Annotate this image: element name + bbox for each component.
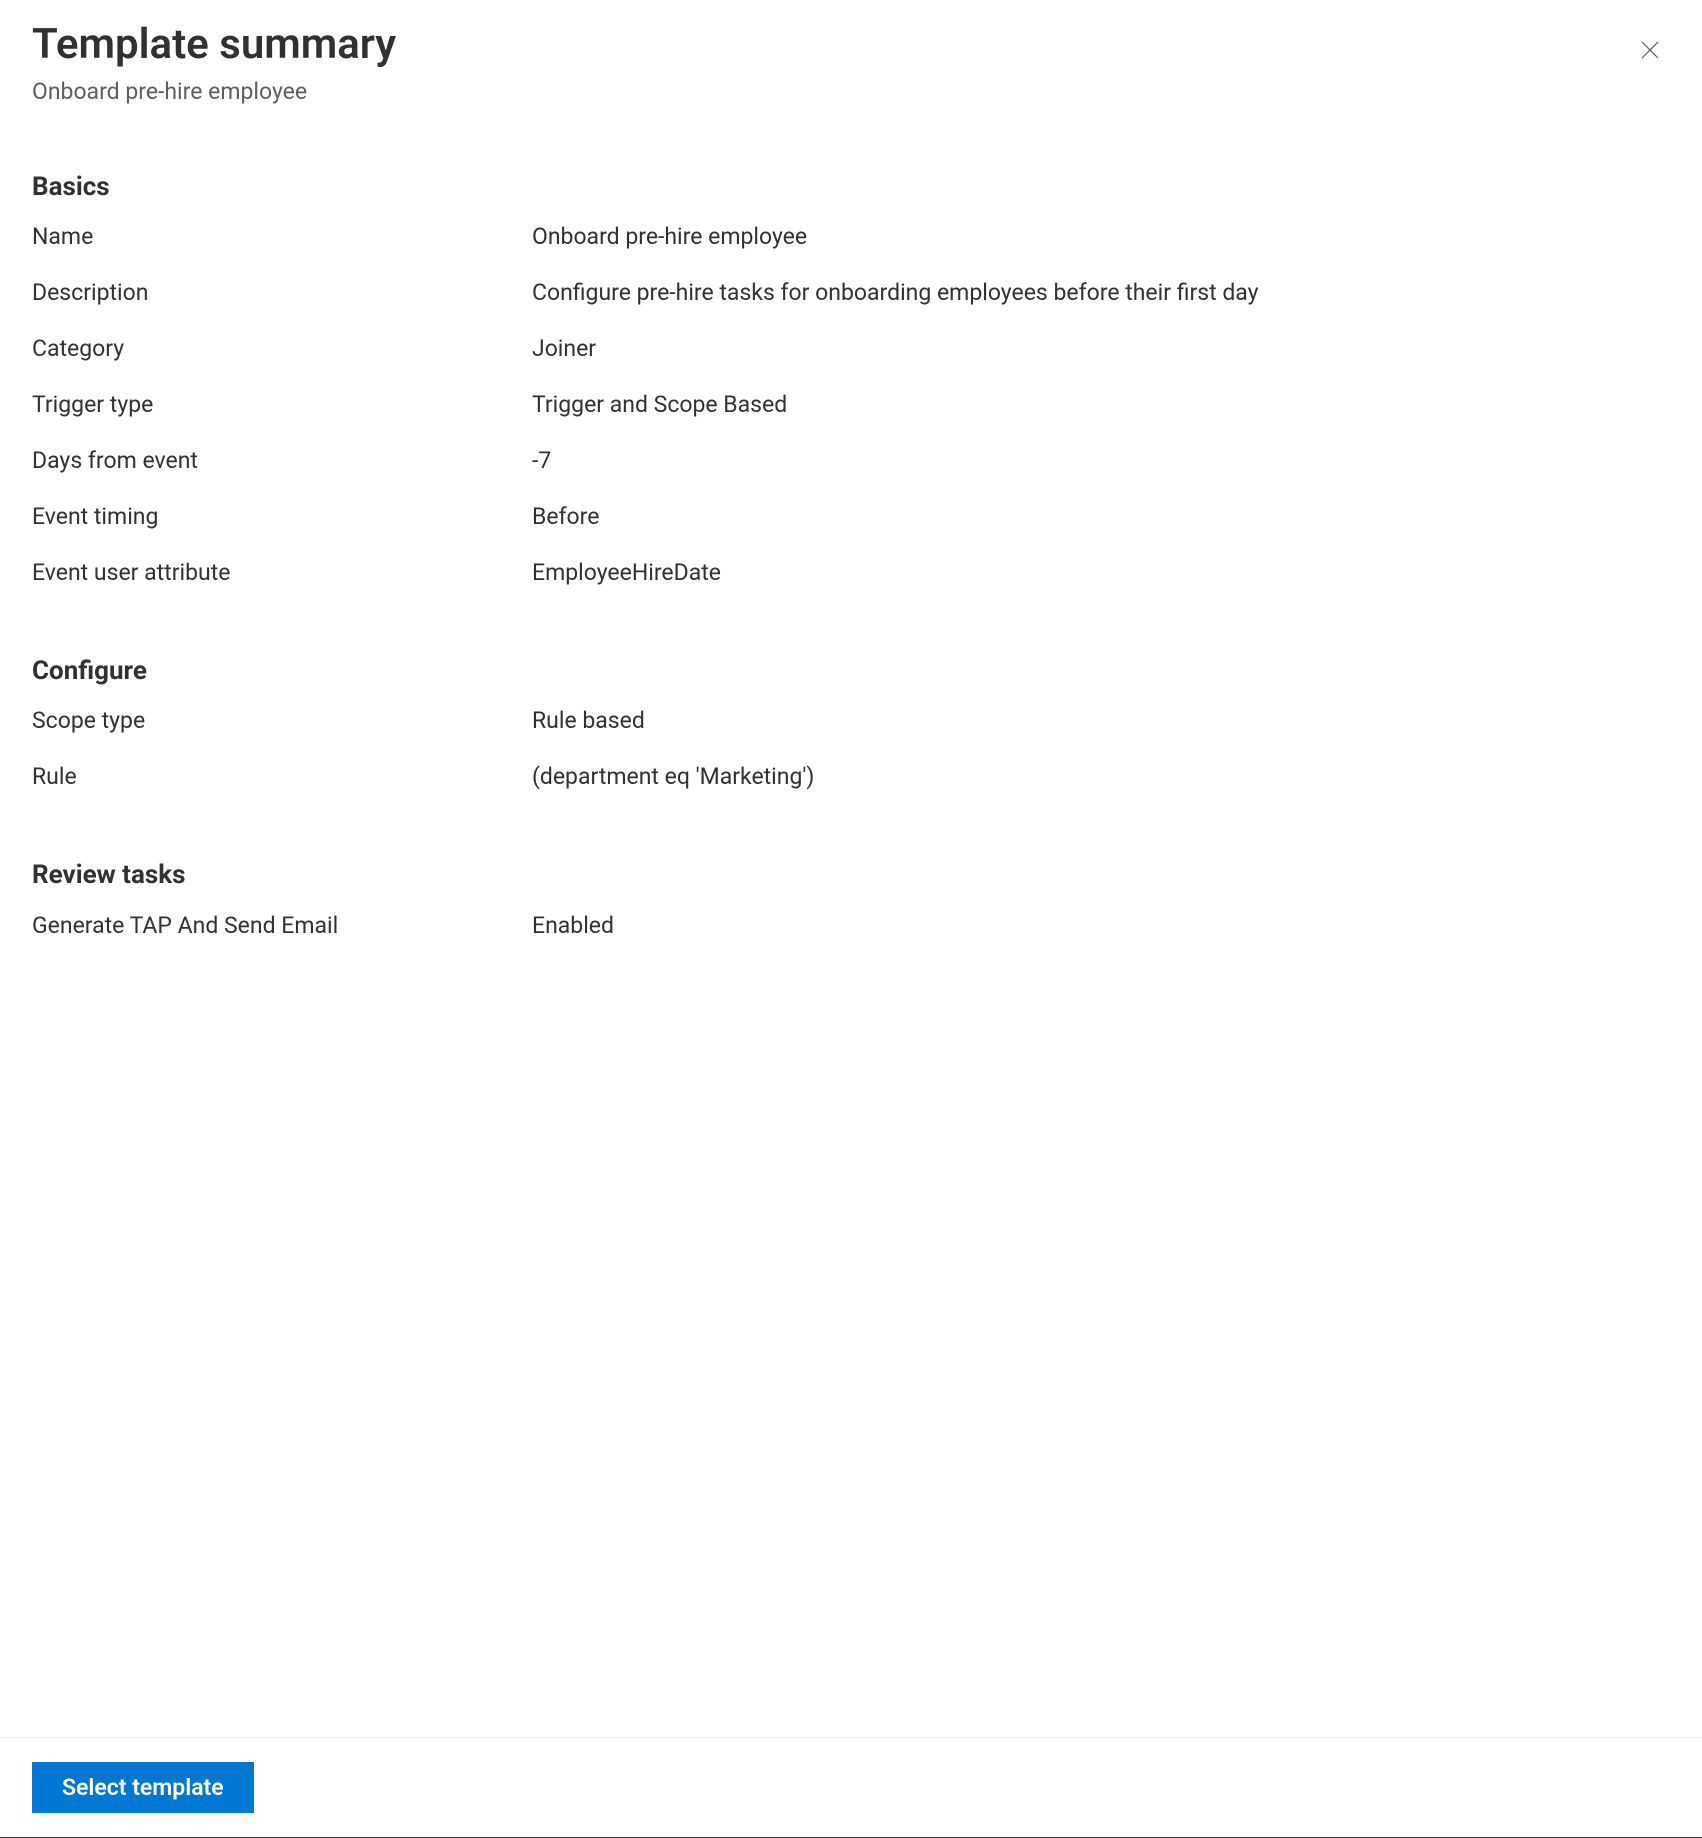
page-subtitle: Onboard pre-hire employee <box>32 76 1670 108</box>
row-label: Scope type <box>32 705 532 737</box>
row-generate-tap: Generate TAP And Send Email Enabled <box>32 910 1670 966</box>
row-label: Days from event <box>32 445 532 477</box>
row-name: Name Onboard pre-hire employee <box>32 221 1670 277</box>
row-event-timing: Event timing Before <box>32 501 1670 557</box>
section-heading-basics: Basics <box>32 169 1670 205</box>
row-value: -7 <box>532 445 1670 477</box>
row-value: EmployeeHireDate <box>532 557 1670 589</box>
row-label: Description <box>32 277 532 309</box>
section-heading-configure: Configure <box>32 653 1670 689</box>
summary-content: Basics Name Onboard pre-hire employee De… <box>32 169 1670 1106</box>
row-label: Trigger type <box>32 389 532 421</box>
row-rule: Rule (department eq 'Marketing') <box>32 761 1670 817</box>
footer: Select template <box>0 1737 1702 1838</box>
section-heading-review-tasks: Review tasks <box>32 857 1670 893</box>
row-scope-type: Scope type Rule based <box>32 705 1670 761</box>
row-value: Before <box>532 501 1670 533</box>
row-event-user-attribute: Event user attribute EmployeeHireDate <box>32 557 1670 613</box>
row-label: Generate TAP And Send Email <box>32 910 532 942</box>
row-days-from-event: Days from event -7 <box>32 445 1670 501</box>
row-trigger-type: Trigger type Trigger and Scope Based <box>32 389 1670 445</box>
row-label: Category <box>32 333 532 365</box>
row-value: Rule based <box>532 705 1670 737</box>
page-title: Template summary <box>32 20 1670 70</box>
row-label: Event timing <box>32 501 532 533</box>
row-value: Onboard pre-hire employee <box>532 221 1670 253</box>
row-category: Category Joiner <box>32 333 1670 389</box>
row-value: Configure pre-hire tasks for onboarding … <box>532 277 1670 309</box>
row-value: Trigger and Scope Based <box>532 389 1670 421</box>
row-description: Description Configure pre-hire tasks for… <box>32 277 1670 333</box>
row-label: Event user attribute <box>32 557 532 589</box>
row-value: Joiner <box>532 333 1670 365</box>
row-label: Rule <box>32 761 532 793</box>
row-value: Enabled <box>532 910 1670 942</box>
select-template-button[interactable]: Select template <box>32 1762 254 1813</box>
row-label: Name <box>32 221 532 253</box>
row-value: (department eq 'Marketing') <box>532 761 1670 793</box>
close-icon <box>1638 38 1662 62</box>
close-button[interactable] <box>1630 30 1670 70</box>
